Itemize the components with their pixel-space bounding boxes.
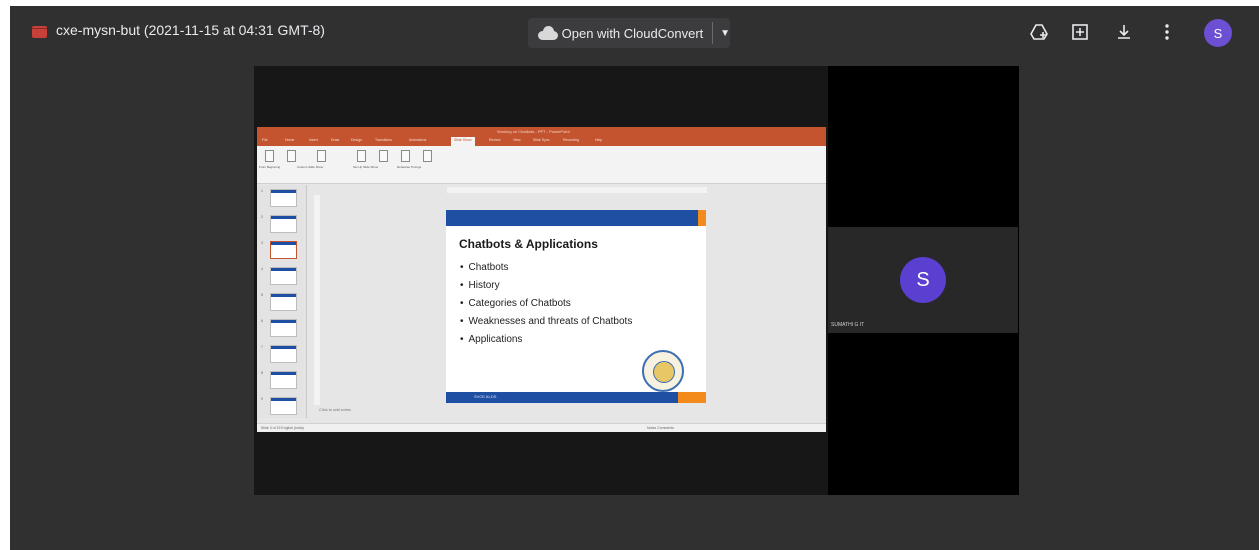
ppt-tab: Help	[595, 138, 603, 142]
video-viewer: cxe-mysn-but (2021-11-15 at 04:31 GMT-8)…	[10, 6, 1259, 550]
slide-bullet: Categories of Chatbots	[460, 298, 632, 316]
ppt-tab: Home	[285, 138, 295, 142]
slide-bullet-list: Chatbots History Categories of Chatbots …	[460, 262, 633, 352]
vertical-ruler	[314, 195, 320, 405]
slide-thumbnail	[270, 267, 297, 285]
viewer-toolbar: cxe-mysn-but (2021-11-15 at 04:31 GMT-8)…	[10, 6, 1259, 58]
ribbon-label: Custom Slide Show	[297, 165, 324, 169]
current-slide: Chatbots & Applications Chatbots History…	[446, 210, 706, 403]
divider	[712, 22, 714, 44]
chevron-down-icon[interactable]: ▼	[720, 28, 730, 39]
open-with-button[interactable]: Open with CloudConvert ▼	[528, 18, 730, 48]
participant-name: SUMATHI G IT	[831, 322, 865, 328]
slide-footer-accent	[678, 392, 706, 403]
slide-thumbnail	[270, 319, 297, 337]
horizontal-ruler	[447, 187, 707, 193]
participant-tile: S SUMATHI G IT	[828, 227, 1018, 333]
status-right: Notes Comments	[647, 426, 675, 430]
video-player[interactable]: S SUMATHI G IT Working on Chatbots - PPT…	[254, 66, 1019, 495]
slide-thumbnail	[270, 215, 297, 233]
slide-header-band	[446, 210, 698, 226]
ppt-tab: Insert	[309, 138, 318, 142]
ppt-tab: Transitions	[375, 138, 392, 142]
ribbon-label: Set Up Slide Show	[353, 165, 379, 169]
slide-footer-text: SVCE AI-DS	[474, 394, 497, 399]
account-avatar[interactable]: S	[1204, 19, 1232, 47]
ppt-tab: Review	[489, 138, 501, 142]
participant-avatar: S	[900, 257, 946, 303]
ppt-tab: Animations	[409, 138, 427, 142]
slide-bullet: Weaknesses and threats of Chatbots	[460, 316, 633, 334]
ppt-tab: Design	[351, 138, 362, 142]
slide-thumbnail	[270, 371, 297, 389]
status-left: Slide 3 of 19 English (India)	[261, 426, 304, 430]
slide-thumbnail	[270, 189, 297, 207]
ppt-tab: Recording	[563, 138, 579, 142]
ribbon-label: From Beginning	[259, 165, 281, 169]
ppt-tab-active: Slide Show	[451, 137, 475, 146]
slide-thumbnail	[270, 397, 297, 415]
more-vert-icon[interactable]	[1155, 20, 1179, 44]
ribbon-button-icon	[357, 150, 366, 162]
ppt-window-title: Working on Chatbots - PPT - PowerPoint	[497, 129, 570, 134]
slide-bullet: History	[460, 280, 632, 298]
ppt-title-bar: Working on Chatbots - PPT - PowerPoint	[257, 127, 826, 137]
shared-screen-powerpoint: Working on Chatbots - PPT - PowerPoint F…	[257, 127, 826, 432]
slide-thumbnail	[270, 293, 297, 311]
ribbon-button-icon	[317, 150, 326, 162]
ribbon-button-icon	[379, 150, 388, 162]
college-seal-logo	[642, 350, 684, 392]
ribbon-button-icon	[423, 150, 432, 162]
slide-header-accent	[698, 210, 706, 226]
ribbon-button-icon	[401, 150, 410, 162]
cloud-icon	[538, 26, 558, 40]
ppt-ribbon-tabs: File Home Insert Draw Design Transitions…	[257, 137, 826, 146]
ribbon-button-icon	[265, 150, 274, 162]
ppt-tab: Slide Sync	[533, 138, 550, 142]
ppt-tab: View	[513, 138, 521, 142]
slide-bullet: Applications	[460, 334, 632, 352]
ppt-status-bar: Slide 3 of 19 English (India) Notes Comm…	[257, 423, 826, 432]
ppt-tab: Draw	[331, 138, 340, 142]
slide-title: Chatbots & Applications	[459, 237, 598, 251]
add-to-drive-icon[interactable]	[1027, 20, 1051, 44]
slide-thumbnail-selected	[270, 241, 297, 259]
file-title: cxe-mysn-but (2021-11-15 at 04:31 GMT-8)	[56, 22, 325, 38]
ribbon-button-icon	[287, 150, 296, 162]
slide-bullet: Chatbots	[460, 262, 632, 280]
open-with-label: Open with CloudConvert	[561, 25, 704, 41]
ribbon-label: Rehearse Timings	[397, 165, 422, 169]
ppt-tab: File	[262, 138, 268, 142]
video-file-icon	[32, 26, 47, 38]
download-icon[interactable]	[1112, 20, 1136, 44]
notes-placeholder: Click to add notes	[319, 407, 351, 412]
slide-thumbnail	[270, 345, 297, 363]
slide-thumbnails: 1 2 3 4 5 6 7 8 9	[257, 185, 307, 418]
ppt-ribbon: From Beginning Custom Slide Show Set Up …	[257, 146, 826, 184]
open-in-new-window-icon[interactable]	[1068, 20, 1092, 44]
